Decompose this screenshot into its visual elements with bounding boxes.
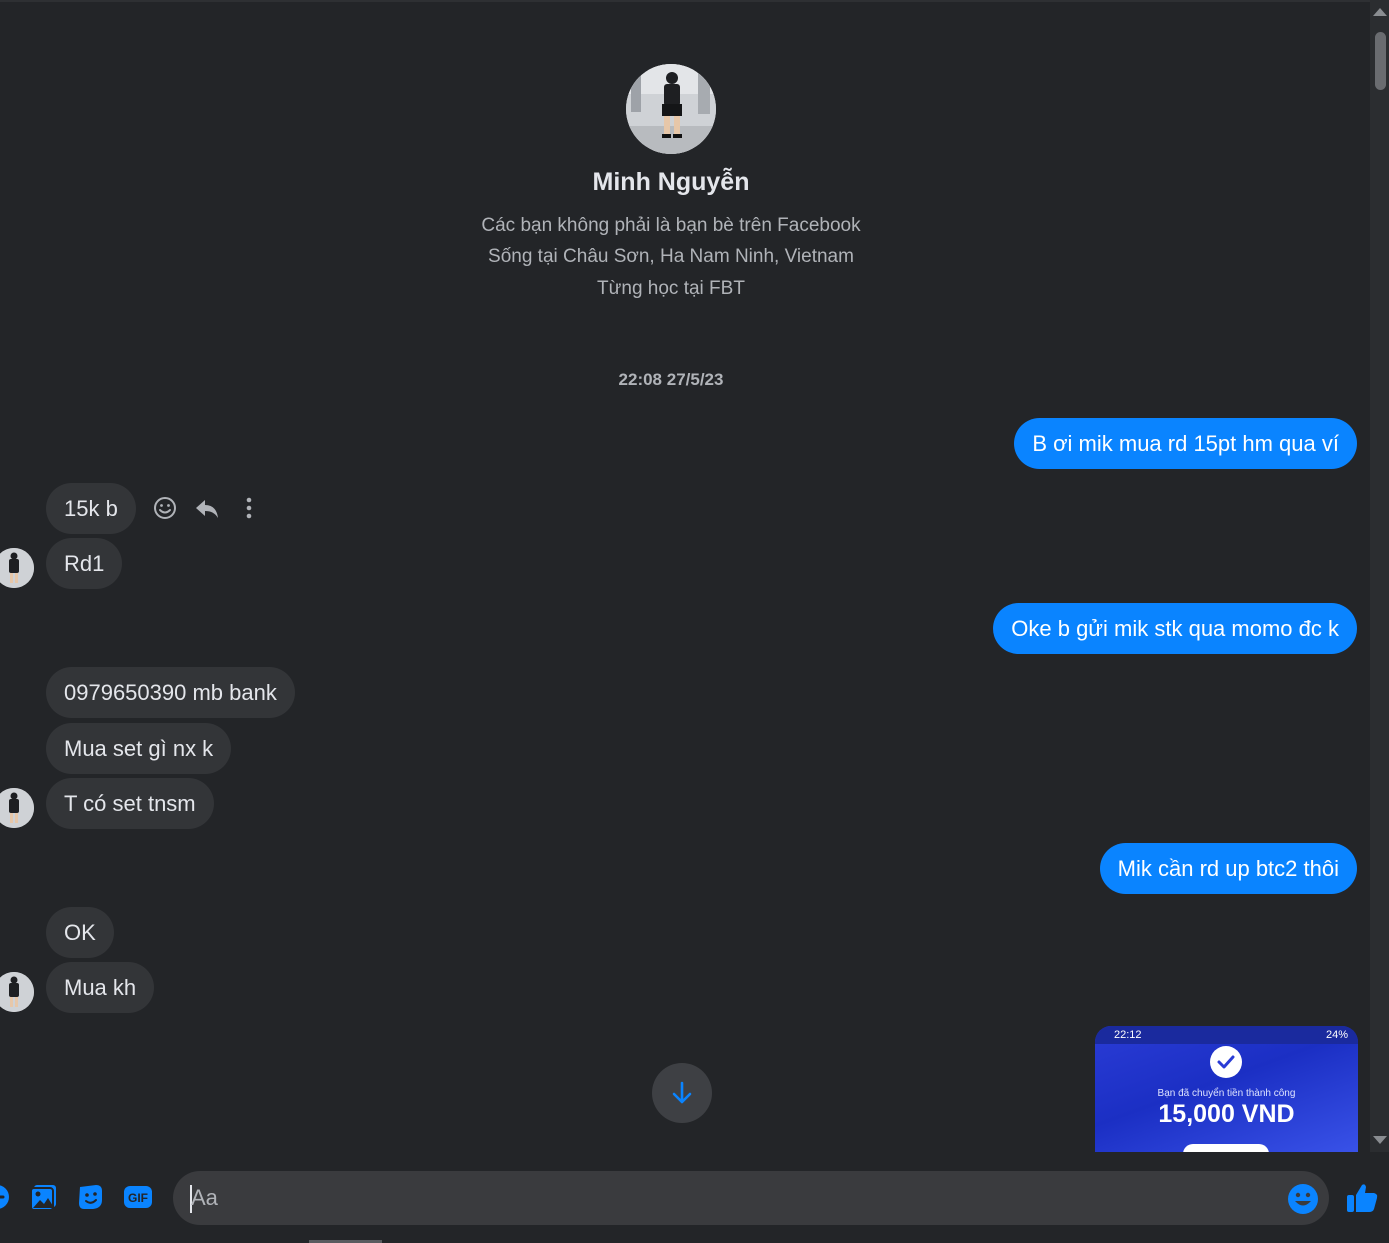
message-bubble-incoming[interactable]: 0979650390 mb bank — [46, 667, 295, 718]
profile-info-friends: Các bạn không phải là bạn bè trên Facebo… — [481, 215, 861, 236]
profile-info-education: Từng học tại FBT — [597, 278, 745, 299]
message-bubble-outgoing[interactable]: Mik cần rd up btc2 thôi — [1099, 843, 1357, 894]
message-bubble-outgoing[interactable]: Oke b gửi mik stk qua momo đc k — [993, 603, 1357, 654]
scroll-down-arrow[interactable] — [1373, 1136, 1387, 1144]
attach-image-icon[interactable] — [29, 1182, 59, 1212]
sender-avatar[interactable] — [0, 548, 34, 588]
profile-info-location: Sống tại Châu Sơn, Ha Nam Ninh, Vietnam — [488, 246, 854, 267]
message-bubble-incoming[interactable]: 15k b — [46, 483, 136, 534]
react-icon[interactable] — [150, 493, 180, 523]
gif-icon[interactable]: GIF — [123, 1182, 153, 1212]
image-status-time: 22:12 — [1114, 1029, 1142, 1041]
sender-avatar[interactable] — [0, 972, 34, 1012]
reply-icon[interactable] — [192, 493, 222, 523]
message-input[interactable] — [191, 1171, 1271, 1225]
message-bubble-incoming[interactable]: Mua set gì nx k — [46, 723, 232, 774]
image-status-bar: 22:12 24% — [1095, 1026, 1358, 1044]
message-bubble-outgoing[interactable]: B ơi mik mua rd 15pt hm qua ví — [1014, 418, 1357, 469]
top-border — [0, 0, 1370, 2]
sender-avatar[interactable] — [0, 788, 34, 828]
scroll-up-arrow[interactable] — [1373, 8, 1387, 16]
profile-avatar[interactable] — [626, 64, 716, 154]
message-bubble-incoming[interactable]: T có set tnsm — [46, 778, 214, 829]
more-icon[interactable] — [234, 493, 264, 523]
check-icon — [1210, 1046, 1242, 1078]
message-timestamp: 22:08 27/5/23 — [618, 370, 724, 389]
image-status-battery: 24% — [1325, 1029, 1348, 1041]
sticker-icon[interactable] — [76, 1182, 106, 1212]
scrollbar[interactable] — [1370, 0, 1389, 1152]
more-actions-icon[interactable] — [0, 1182, 12, 1212]
image-amount: 15,000 VND — [1158, 1100, 1295, 1128]
scroll-thumb[interactable] — [1375, 32, 1386, 90]
like-icon[interactable] — [1345, 1181, 1379, 1215]
arrow-down-icon — [672, 1081, 692, 1104]
profile-name[interactable]: Minh Nguyễn — [0, 168, 1342, 197]
svg-text:GIF: GIF — [128, 1191, 148, 1205]
message-input-box[interactable] — [173, 1171, 1329, 1225]
image-caption: Bạn đã chuyển tiền thành công — [1157, 1088, 1296, 1099]
scroll-to-bottom-button[interactable] — [652, 1063, 712, 1123]
message-bubble-incoming[interactable]: Mua kh — [46, 962, 155, 1013]
composer: GIF — [0, 1152, 1389, 1243]
message-bubble-incoming[interactable]: OK — [46, 907, 114, 958]
image-message[interactable]: 22:12 24% Bạn đã chuyển tiền thành công … — [1095, 1026, 1358, 1153]
emoji-icon[interactable] — [1287, 1183, 1319, 1215]
message-bubble-incoming[interactable]: Rd1 — [46, 538, 123, 589]
